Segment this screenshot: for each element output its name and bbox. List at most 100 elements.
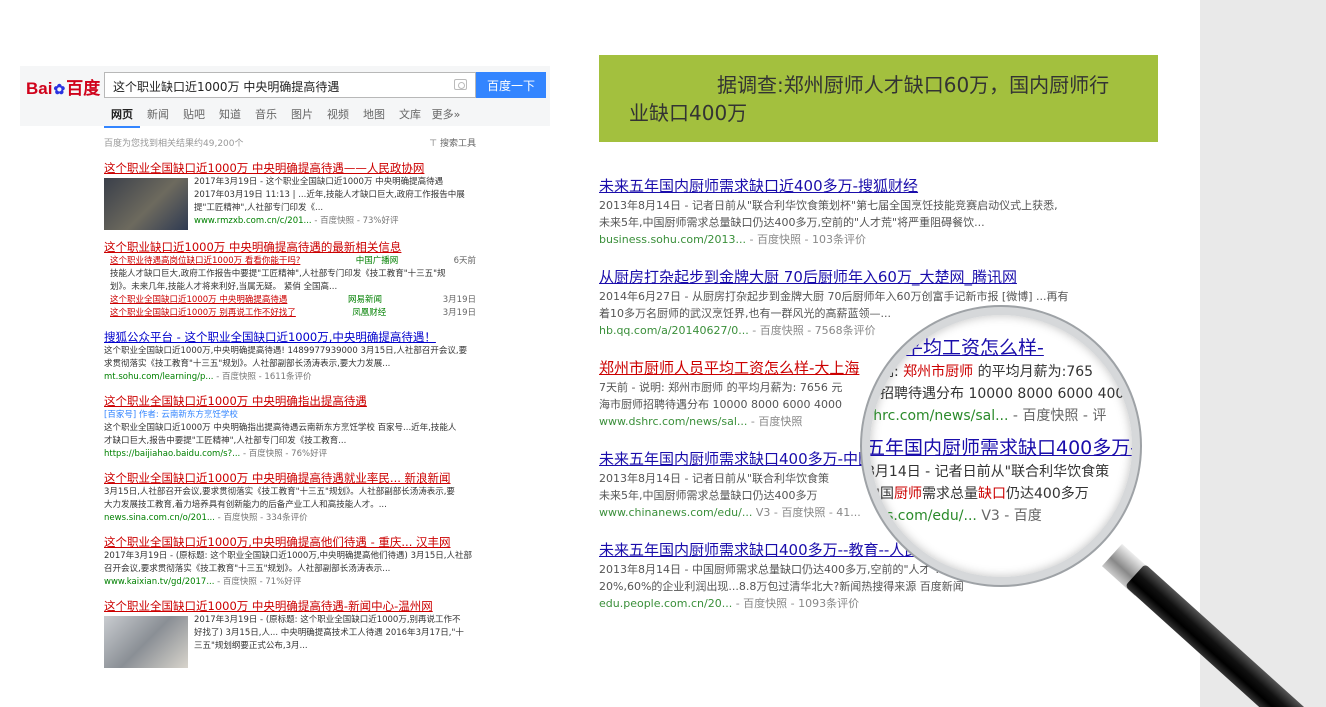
result-url[interactable]: news.sina.com.cn/o/201...	[104, 513, 215, 523]
zoomed-result-title[interactable]: 未来五年国内厨师需求缺口近400多万-搜狐财经	[599, 175, 1139, 197]
result-snippet: 才缺口巨大,报告中要提"工匠精神",人社部专门印发《技工教育...	[104, 436, 347, 446]
baidu-results-screenshot: Bai✿百度 这个职业缺口近1000万 中央明确提高待遇 百度一下 网页 新闻 …	[20, 60, 550, 707]
result-url-meta[interactable]: - 百度快照 - 73%好评	[314, 216, 398, 226]
sub-result[interactable]: 这个职业待遇高岗位缺口近1000万 看看你能干吗? 中国广播网 6天前	[104, 255, 476, 268]
result-url[interactable]: https://baijiahao.baidu.com/s?...	[104, 449, 240, 459]
search-tools-button[interactable]: ⊤ 搜索工具	[429, 136, 476, 149]
sub-result: 划》。未来几年,技能人才将来利好,当属无疑。 紧俏 全国高...	[104, 281, 476, 294]
search-button[interactable]: 百度一下	[476, 72, 546, 98]
result-url-row: news.sina.com.cn/o/201... - 百度快照 - 334条评…	[104, 512, 476, 525]
result-title[interactable]: 这个职业全国缺口近1000万 中央明确提高待遇就业率民... 新浪新闻	[104, 470, 476, 486]
result-url[interactable]: www.kaixian.tv/gd/2017...	[104, 577, 214, 587]
tab-wenku[interactable]: 文库	[392, 106, 428, 128]
result-snippet: 2017年3月19日 - (原标题: 这个职业全国缺口近1000万,别再说工作不	[194, 615, 461, 625]
sub-result-source: 中国广播网	[355, 256, 399, 266]
magnified-highlight: 厨师	[894, 486, 922, 502]
result-url-meta[interactable]: - 百度快照 - 76%好评	[243, 449, 327, 459]
result-thumbnail[interactable]	[104, 616, 188, 668]
zoomed-result-meta[interactable]: V3 - 百度快照 - 41...	[756, 506, 861, 519]
search-query: 这个职业缺口近1000万 中央明确提高待遇	[113, 80, 340, 94]
sub-result-link[interactable]: 这个职业全国缺口近1000万 别再说工作不好找了	[110, 307, 296, 320]
tab-images[interactable]: 图片	[284, 106, 320, 128]
result-snippet: 2017年3月19日 - 这个职业全国缺口近1000万 中央明确提高待遇	[194, 177, 444, 187]
result-url-row: www.kaixian.tv/gd/2017... - 百度快照 - 71%好评	[104, 576, 476, 589]
zoomed-result-meta[interactable]: - 百度快照	[751, 415, 802, 428]
zoomed-result-url[interactable]: edu.people.com.cn/20...	[599, 597, 732, 610]
magnified-line: 8月14日 - 记者日前从"联合利华饮食策	[866, 464, 1110, 480]
result-url[interactable]: www.rmzxb.com.cn/c/201...	[194, 216, 312, 226]
zoomed-result-url[interactable]: hb.qq.com/a/20140627/0...	[599, 324, 749, 337]
right-gray-margin	[1200, 0, 1326, 707]
magnified-text: 招聘待遇分布 10000 8000 6000 400	[880, 386, 1125, 402]
magnified-text: 仍达400多万	[1006, 486, 1089, 502]
magnifier-glass-icon: 人员平均工资怎么样- 说明: 郑州市厨师 的平均月薪为:765 师招聘待遇分布 …	[862, 307, 1140, 585]
result-url[interactable]: mt.sohu.com/learning/p...	[104, 372, 213, 382]
zoomed-result-meta[interactable]: - 百度快照 - 1093条评价	[736, 597, 859, 610]
zoomed-result-meta[interactable]: - 百度快照 - 7568条评价	[752, 324, 875, 337]
result-item: 这个职业全国缺口近1000万 中央明确提高待遇就业率民... 新浪新闻 3月15…	[104, 470, 476, 525]
sub-result-source: 网易新闻	[348, 295, 383, 305]
result-snippet: 2017年03月19日 11:13 | ...近年,技能人才缺口巨大,政府工作报…	[194, 190, 465, 200]
sub-result[interactable]: 这个职业全国缺口近1000万 别再说工作不好找了 凤凰财经 3月19日	[104, 307, 476, 320]
result-title[interactable]: 这个职业缺口近1000万 中央明确提高待遇的最新相关信息	[104, 239, 476, 255]
sub-result: 技能人才缺口巨大,政府工作报告中要提"工匠精神",人社部专门印发《技工教育"十三…	[104, 268, 476, 281]
zoomed-result-url-row: business.sohu.com/2013... - 百度快照 - 103条评…	[599, 231, 1139, 248]
result-snippet: 好找了) 3月15日,人... 中央明确提高技术工人待遇 2016年3月17日,…	[194, 628, 464, 638]
magnified-highlight: 郑州市厨师	[903, 364, 974, 380]
search-tools-label: 搜索工具	[439, 139, 476, 149]
headline-banner: 据调查:郑州厨师人才缺口60万，国内厨师行业缺口400万	[599, 55, 1158, 142]
result-snippet: 3月15日,人社部召开会议,要求贯彻落实《技工教育"十三五"规划》。人社部副部长…	[104, 487, 455, 497]
tab-tieba[interactable]: 贴吧	[176, 106, 212, 128]
result-url-row: https://baijiahao.baidu.com/s?... - 百度快照…	[104, 448, 476, 461]
result-item: 这个职业全国缺口近1000万 中央明确提高待遇-新闻中心-温州网 2017年3月…	[104, 598, 476, 668]
tab-more[interactable]: 更多»	[428, 106, 464, 128]
sub-result-link[interactable]: 这个职业全国缺口近1000万 中央明确提高待遇	[110, 294, 287, 307]
result-title[interactable]: 这个职业全国缺口近1000万 中央明确指出提高待遇	[104, 393, 476, 409]
magnified-title: 人员平均工资怎么样-	[866, 337, 1044, 359]
tab-music[interactable]: 音乐	[248, 106, 284, 128]
sub-result[interactable]: 这个职业全国缺口近1000万 中央明确提高待遇 网易新闻 3月19日	[104, 294, 476, 307]
result-url-meta[interactable]: - 百度快照 - 334条评价	[218, 513, 308, 523]
result-count-row: 百度为您找到相关结果约49,200个 ⊤ 搜索工具	[104, 136, 476, 149]
result-title[interactable]: 这个职业全国缺口近1000万 中央明确提高待遇-新闻中心-温州网	[104, 598, 476, 614]
zoomed-result-title[interactable]: 从厨房打杂起步到金牌大厨 70后厨师年入60万_大楚网_腾讯网	[599, 266, 1139, 288]
result-url-meta[interactable]: - 百度快照 - 1611条评价	[216, 372, 311, 382]
result-snippet: 这个职业全国缺口近1000万 中央明确指出提高待遇云南新东方烹饪学校 百家号..…	[104, 423, 457, 433]
result-url-row: www.rmzxb.com.cn/c/201... - 百度快照 - 73%好评	[194, 215, 465, 228]
baidu-header: Bai✿百度 这个职业缺口近1000万 中央明确提高待遇 百度一下 网页 新闻 …	[20, 66, 550, 128]
result-item: 搜狐公众平台 - 这个职业全国缺口近1000万,中央明确提高待遇！ 这个职业全国…	[104, 329, 476, 384]
result-title[interactable]: 这个职业全国缺口近1000万,中央明确提高他们待遇 - 重庆... 汉丰网	[104, 534, 476, 550]
result-item: 这个职业全国缺口近1000万 中央明确指出提高待遇 [百家号] 作者: 云南新东…	[104, 393, 476, 461]
zoomed-result-snippet: 2013年8月14日 - 记者日前从"联合利华饮食策划杯"第七届全国烹饪技能竞赛…	[599, 199, 1058, 212]
tab-zhidao[interactable]: 知道	[212, 106, 248, 128]
zoomed-result-snippet: 未来5年,中国厨师需求总量缺口仍达400多万,空前的"人才荒"将严重阻碍餐饮..…	[599, 216, 985, 229]
result-count: 百度为您找到相关结果约49,200个	[104, 139, 244, 149]
result-item: 这个职业全国缺口近1000万 中央明确提高待遇——人民政协网 2017年3月19…	[104, 160, 476, 230]
search-input[interactable]: 这个职业缺口近1000万 中央明确提高待遇	[104, 72, 476, 98]
magnified-title: 五年国内厨师需求缺口400多万-中	[866, 437, 1140, 459]
search-tabs: 网页 新闻 贴吧 知道 音乐 图片 视频 地图 文库 更多»	[104, 106, 464, 128]
magnified-line: 说明: 郑州市厨师 的平均月薪为:765	[870, 361, 1132, 383]
zoomed-result-url[interactable]: business.sohu.com/2013...	[599, 233, 746, 246]
result-snippet: 召开会议,要求贯彻落实《技工教育"十三五"规划》。人社部副部长汤涛表示...	[104, 564, 391, 574]
tab-video[interactable]: 视频	[320, 106, 356, 128]
result-title[interactable]: 搜狐公众平台 - 这个职业全国缺口近1000万,中央明确提高待遇！	[104, 329, 476, 345]
result-snippet: 大力发展技工教育,着力培养具有创新能力的后备产业工人和高技能人才。...	[104, 500, 387, 510]
tab-news[interactable]: 新闻	[140, 106, 176, 128]
sub-result-source: 凤凰财经	[352, 308, 387, 318]
camera-icon[interactable]	[454, 79, 467, 90]
result-title[interactable]: 这个职业全国缺口近1000万 中央明确提高待遇——人民政协网	[104, 160, 476, 176]
baidu-logo[interactable]: Bai✿百度	[26, 74, 100, 99]
tab-map[interactable]: 地图	[356, 106, 392, 128]
magnified-url-row: ews.com/edu/... V3 - 百度	[870, 505, 1132, 527]
zoomed-result-url[interactable]: www.chinanews.com/edu/...	[599, 506, 752, 519]
tab-web[interactable]: 网页	[104, 106, 140, 128]
result-thumbnail[interactable]	[104, 178, 188, 230]
result-item: 这个职业缺口近1000万 中央明确提高待遇的最新相关信息 这个职业待遇高岗位缺口…	[104, 239, 476, 320]
zoomed-result-meta[interactable]: - 百度快照 - 103条评价	[750, 233, 866, 246]
zoomed-result-snippet: 20%,60%的企业利润出现...8.8万包过清华北大?新闻热搜得来源 百度新闻	[599, 580, 964, 593]
zoomed-result-url[interactable]: www.dshrc.com/news/sal...	[599, 415, 747, 428]
magnified-content: 人员平均工资怎么样- 说明: 郑州市厨师 的平均月薪为:765 师招聘待遇分布 …	[866, 335, 1140, 527]
result-url-meta[interactable]: - 百度快照 - 71%好评	[217, 577, 301, 587]
sub-result-link[interactable]: 这个职业待遇高岗位缺口近1000万 看看你能干吗?	[110, 255, 300, 268]
